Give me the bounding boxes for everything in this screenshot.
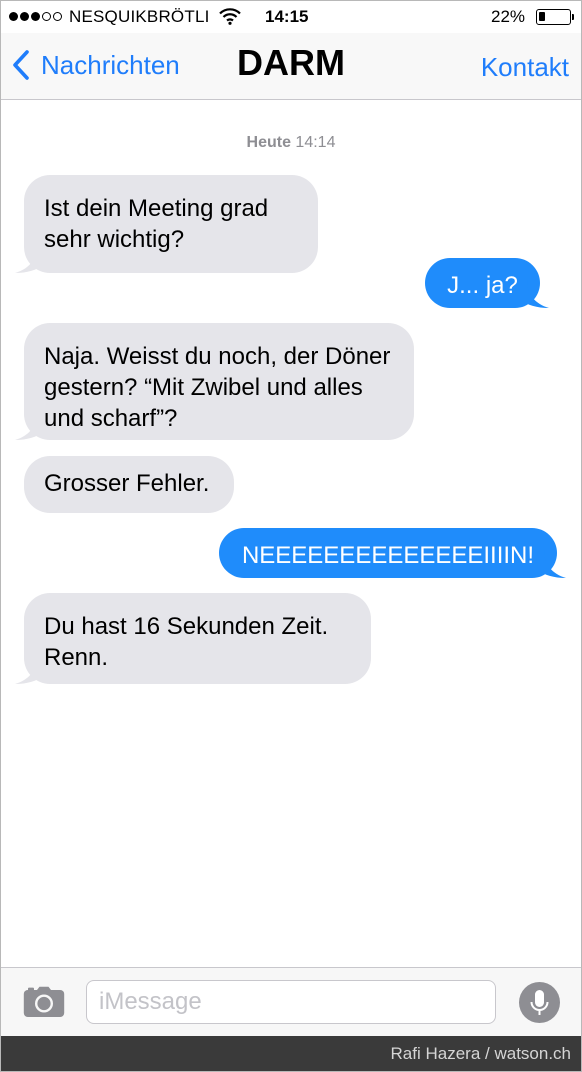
status-bar: NESQUIKBRÖTLI 14:15 22% [1, 1, 581, 33]
message-text: Grosser Fehler. [44, 470, 210, 497]
bubble-tail [15, 412, 43, 440]
message-text: Naja. Weisst du noch, der Döner gestern?… [44, 343, 391, 432]
bubble-tail [15, 245, 43, 273]
incoming-message-bubble[interactable]: Du hast 16 Sekunden Zeit. Renn. [15, 593, 371, 684]
message-text: NEEEEEEEEEEEEEEIIIIN! [241, 542, 535, 569]
bubble-tail [521, 280, 549, 308]
conversation-timestamp: Heute 14:14 [1, 134, 581, 152]
message-text: J... ja? [447, 272, 518, 299]
timestamp-day: Heute [246, 134, 291, 151]
contact-button[interactable]: Kontakt [481, 52, 569, 83]
signal-strength-icon [9, 12, 62, 21]
bubble-tail [538, 550, 566, 578]
camera-icon[interactable] [23, 986, 65, 1018]
incoming-message-bubble[interactable]: Grosser Fehler. [24, 456, 234, 513]
battery-percentage: 22% [491, 7, 526, 26]
wifi-icon [219, 8, 241, 25]
battery-icon [536, 9, 571, 25]
message-text: Ist dein Meeting grad sehr wichtig? [44, 195, 269, 253]
microphone-button[interactable] [519, 982, 560, 1023]
bubble-tail [15, 656, 43, 684]
credit-bar: Rafi Hazera / watson.ch [1, 1036, 581, 1071]
imessage-input[interactable] [86, 980, 496, 1024]
timestamp-time: 14:14 [295, 134, 336, 151]
status-time: 14:15 [265, 7, 309, 26]
microphone-icon [530, 990, 549, 1015]
messages-screen: NESQUIKBRÖTLI 14:15 22% Nachrichten DARM… [0, 0, 582, 1072]
photo-credit: Rafi Hazera / watson.ch [390, 1044, 571, 1063]
battery-cap [572, 14, 574, 20]
navigation-bar: Nachrichten DARM Kontakt [1, 33, 581, 100]
incoming-message-bubble[interactable]: Ist dein Meeting grad sehr wichtig? [15, 175, 318, 273]
message-input-bar [1, 967, 581, 1037]
outgoing-message-bubble[interactable]: NEEEEEEEEEEEEEEIIIIN! [219, 528, 566, 578]
message-text: Du hast 16 Sekunden Zeit. Renn. [44, 613, 329, 671]
incoming-message-bubble[interactable]: Naja. Weisst du noch, der Döner gestern?… [15, 323, 414, 440]
outgoing-message-bubble[interactable]: J... ja? [425, 258, 549, 308]
carrier-name: NESQUIKBRÖTLI [69, 7, 210, 26]
